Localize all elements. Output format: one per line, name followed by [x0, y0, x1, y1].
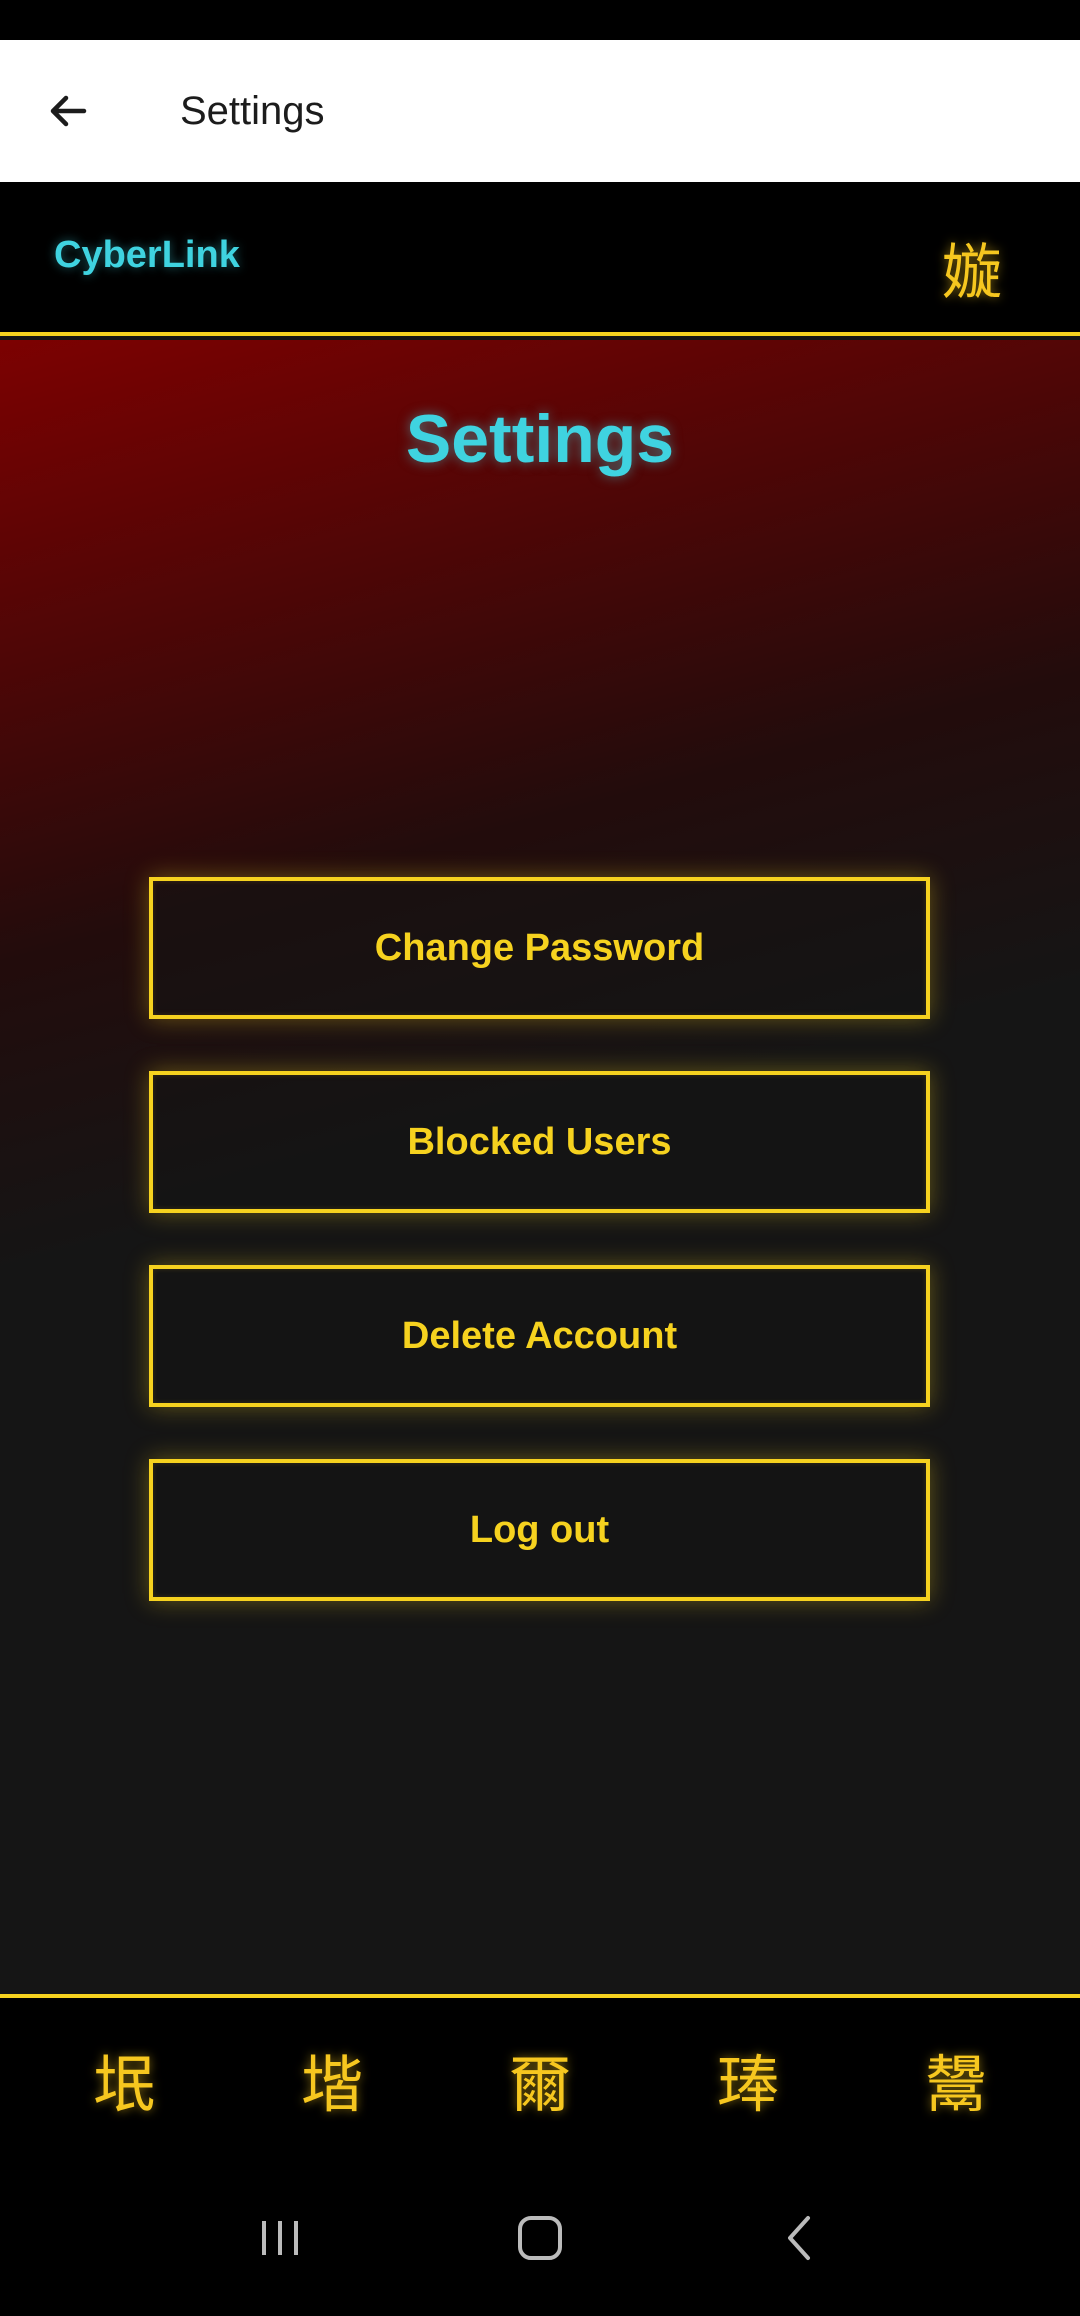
- system-nav-bar: [0, 2160, 1080, 2316]
- back-button[interactable]: [28, 71, 108, 151]
- bottom-nav-item-5[interactable]: 鬹: [896, 2019, 1016, 2139]
- arrow-left-icon: [50, 95, 87, 127]
- change-password-button[interactable]: Change Password: [149, 877, 930, 1019]
- delete-account-button[interactable]: Delete Account: [149, 1265, 930, 1407]
- log-out-button[interactable]: Log out: [149, 1459, 930, 1601]
- app-bar-title: Settings: [180, 88, 325, 133]
- page-title: Settings: [405, 401, 675, 477]
- bottom-nav-item-3[interactable]: 爾: [480, 2019, 600, 2139]
- home-button[interactable]: [480, 2188, 600, 2288]
- bottom-nav-item-2[interactable]: 堦: [272, 2019, 392, 2139]
- system-back-button[interactable]: [740, 2188, 860, 2288]
- main-content: Settings Change Password Blocked Users D…: [0, 340, 1080, 1994]
- recent-apps-icon: [262, 2221, 298, 2255]
- back-icon: [788, 2216, 810, 2260]
- header-menu-icon[interactable]: 嫙: [942, 224, 1002, 311]
- bottom-nav: 垊 堦 爾 琫 鬹: [0, 1994, 1080, 2160]
- top-header: CyberLink 嫙: [0, 182, 1080, 336]
- app-bar: Settings: [0, 40, 1080, 182]
- brand-logo[interactable]: CyberLink: [54, 234, 240, 277]
- home-icon: [518, 2216, 562, 2260]
- recent-apps-button[interactable]: [220, 2188, 340, 2288]
- blocked-users-button[interactable]: Blocked Users: [149, 1071, 930, 1213]
- bottom-nav-item-1[interactable]: 垊: [64, 2019, 184, 2139]
- status-bar: [0, 0, 1080, 40]
- bottom-nav-item-4[interactable]: 琫: [688, 2019, 808, 2139]
